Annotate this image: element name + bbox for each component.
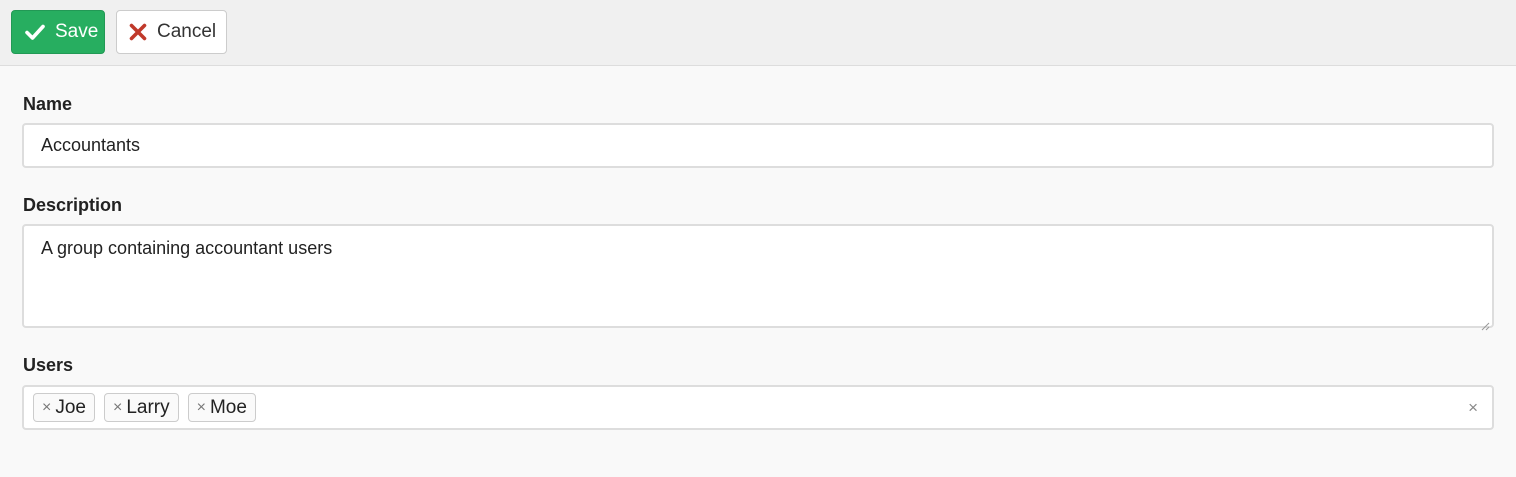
checkmark-icon	[25, 24, 45, 40]
description-textarea[interactable]: A group containing accountant users	[22, 224, 1494, 331]
resize-handle-icon[interactable]	[1481, 315, 1490, 331]
user-tag: × Moe	[187, 393, 256, 422]
save-button[interactable]: Save	[11, 10, 105, 54]
user-tag-label: Moe	[209, 396, 247, 418]
x-icon	[129, 23, 147, 41]
remove-tag-icon[interactable]: ×	[197, 399, 206, 417]
users-label: Users	[23, 355, 74, 375]
name-input[interactable]: Accountants	[22, 123, 1494, 168]
users-multiselect[interactable]: × Joe × Larry × Moe ×	[22, 385, 1494, 430]
user-tag: × Joe	[33, 393, 95, 422]
user-tag-label: Joe	[55, 396, 86, 418]
clear-all-icon[interactable]: ×	[1468, 398, 1478, 418]
description-label: Description	[23, 195, 123, 215]
cancel-button[interactable]: Cancel	[116, 10, 227, 54]
remove-tag-icon[interactable]: ×	[113, 399, 122, 417]
remove-tag-icon[interactable]: ×	[42, 399, 51, 417]
toolbar: Save Cancel	[0, 0, 1516, 66]
cancel-button-label: Cancel	[157, 21, 217, 42]
user-tag: × Larry	[103, 393, 179, 422]
save-button-label: Save	[55, 21, 99, 42]
user-tag-label: Larry	[126, 396, 170, 418]
name-input-value: Accountants	[41, 135, 141, 155]
name-label: Name	[23, 94, 73, 114]
description-textarea-value: A group containing accountant users	[41, 238, 333, 258]
